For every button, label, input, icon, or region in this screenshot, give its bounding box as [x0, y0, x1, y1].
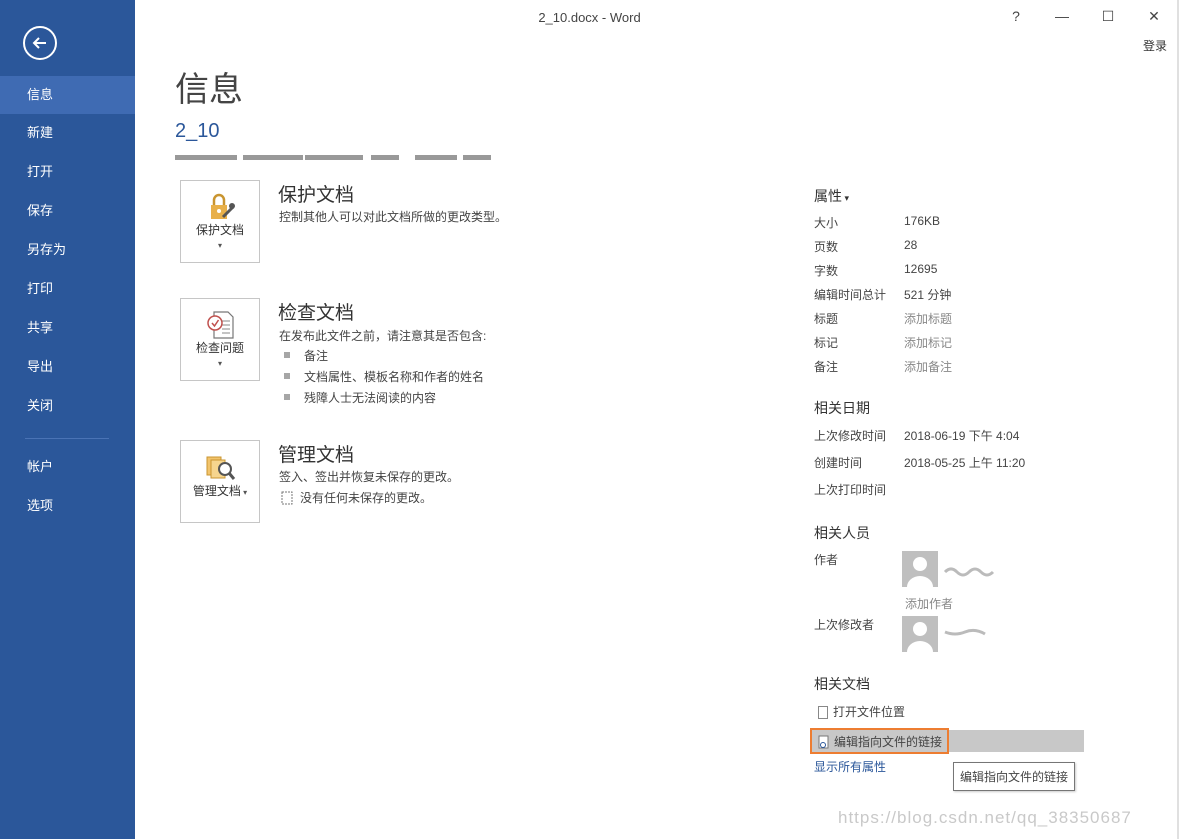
date-value: 2018-05-25 上午 11:20	[904, 456, 1026, 470]
protect-tile-label: 保护文档	[195, 223, 244, 237]
nav-account[interactable]: 帐户	[0, 448, 135, 486]
protect-description: 控制其他人可以对此文档所做的更改类型。	[279, 210, 508, 224]
close-button[interactable]: ✕	[1139, 5, 1169, 27]
date-value: 2018-06-19 下午 4:04	[904, 429, 1020, 443]
related-documents-title: 相关文档	[814, 676, 870, 692]
date-label: 创建时间	[814, 456, 863, 470]
last-modified-by-label: 上次修改者	[814, 618, 875, 632]
edit-links-label-row[interactable]: 编辑指向文件的链接	[818, 733, 942, 750]
lock-key-icon	[211, 193, 235, 219]
show-all-properties-link[interactable]: 显示所有属性	[814, 758, 886, 775]
manage-note: 没有任何未保存的更改。	[281, 489, 432, 506]
redacted-modifier-name	[944, 628, 986, 636]
watermark-text: https://blog.csdn.net/qq_38350687	[838, 808, 1132, 827]
person-icon	[907, 622, 933, 652]
person-icon	[907, 557, 933, 587]
comments-field[interactable]: 添加备注	[904, 358, 952, 375]
avatar[interactable]	[902, 551, 938, 587]
inspect-title: 检查文档	[278, 303, 355, 324]
protect-document-button[interactable]: 保护文档 ▾	[180, 180, 260, 263]
prop-label: 大小	[814, 216, 839, 230]
maximize-button[interactable]: ☐	[1093, 5, 1123, 27]
manage-tile-label: 管理文档	[192, 484, 241, 498]
manage-document-icon	[206, 456, 236, 480]
prop-label: 备注	[814, 360, 839, 374]
chevron-down-icon: ▾	[217, 241, 222, 250]
manage-description: 签入、签出并恢复未保存的更改。	[279, 470, 460, 484]
prop-label: 编辑时间总计	[814, 288, 887, 302]
chevron-down-icon: ▾	[842, 193, 850, 203]
check-issues-tile-label: 检查问题	[195, 341, 244, 355]
nav-share[interactable]: 共享	[0, 309, 135, 347]
prop-label: 标记	[814, 336, 839, 350]
add-author-link[interactable]: 添加作者	[905, 595, 953, 612]
nav-save-as[interactable]: 另存为	[0, 231, 135, 269]
chevron-down-icon: ▾	[240, 488, 248, 497]
manage-document-button[interactable]: 管理文档 ▾	[180, 440, 260, 523]
nav-divider	[25, 438, 109, 439]
back-arrow-icon	[32, 37, 46, 49]
prop-label: 页数	[814, 240, 839, 254]
document-path-redacted	[175, 150, 493, 164]
date-label: 上次修改时间	[814, 429, 887, 443]
backstage-sidebar: 信息 新建 打开 保存 另存为 打印 共享 导出 关闭 帐户 选项	[0, 0, 135, 839]
document-dotted-icon	[281, 491, 293, 505]
tooltip: 编辑指向文件的链接	[953, 762, 1076, 791]
chevron-down-icon: ▾	[217, 359, 222, 368]
nav-export[interactable]: 导出	[0, 348, 135, 386]
back-button[interactable]	[23, 26, 57, 60]
minimize-button[interactable]: —	[1047, 5, 1077, 27]
redacted-author-name	[943, 567, 995, 577]
document-icon	[818, 706, 828, 720]
document-name: 2_10	[175, 120, 220, 142]
protect-title: 保护文档	[278, 185, 355, 206]
nav-print[interactable]: 打印	[0, 270, 135, 308]
help-button[interactable]: ?	[1001, 5, 1031, 27]
avatar[interactable]	[902, 616, 938, 652]
inspect-description: 在发布此文件之前，请注意其是否包含:	[279, 329, 487, 343]
signin-link[interactable]: 登录	[1143, 37, 1167, 54]
nav-new[interactable]: 新建	[0, 114, 135, 152]
check-issues-button[interactable]: 检查问题 ▾	[180, 298, 260, 381]
link-document-icon	[818, 735, 829, 749]
nav-close[interactable]: 关闭	[0, 387, 135, 425]
prop-value: 12695	[904, 262, 938, 276]
prop-label: 字数	[814, 264, 839, 278]
prop-label: 标题	[814, 312, 839, 326]
page-title: 信息	[175, 71, 243, 109]
open-file-location-button[interactable]: 打开文件位置	[818, 703, 905, 720]
properties-dropdown[interactable]: 属性 ▾	[814, 186, 849, 206]
prop-value: 28	[904, 238, 918, 252]
nav-options[interactable]: 选项	[0, 487, 135, 525]
manage-title: 管理文档	[278, 445, 355, 466]
author-label: 作者	[814, 553, 839, 567]
prop-value: 521 分钟	[904, 288, 952, 302]
title-field[interactable]: 添加标题	[904, 310, 952, 327]
inspect-document-icon	[207, 311, 234, 339]
tags-field[interactable]: 添加标记	[904, 334, 952, 351]
nav-save[interactable]: 保存	[0, 192, 135, 230]
nav-open[interactable]: 打开	[0, 153, 135, 191]
related-people-title: 相关人员	[814, 525, 870, 541]
redacted-path-scribble	[175, 150, 493, 160]
prop-value: 176KB	[904, 214, 941, 228]
nav-info[interactable]: 信息	[0, 76, 135, 114]
date-label: 上次打印时间	[814, 483, 887, 497]
related-dates-title: 相关日期	[814, 400, 870, 416]
